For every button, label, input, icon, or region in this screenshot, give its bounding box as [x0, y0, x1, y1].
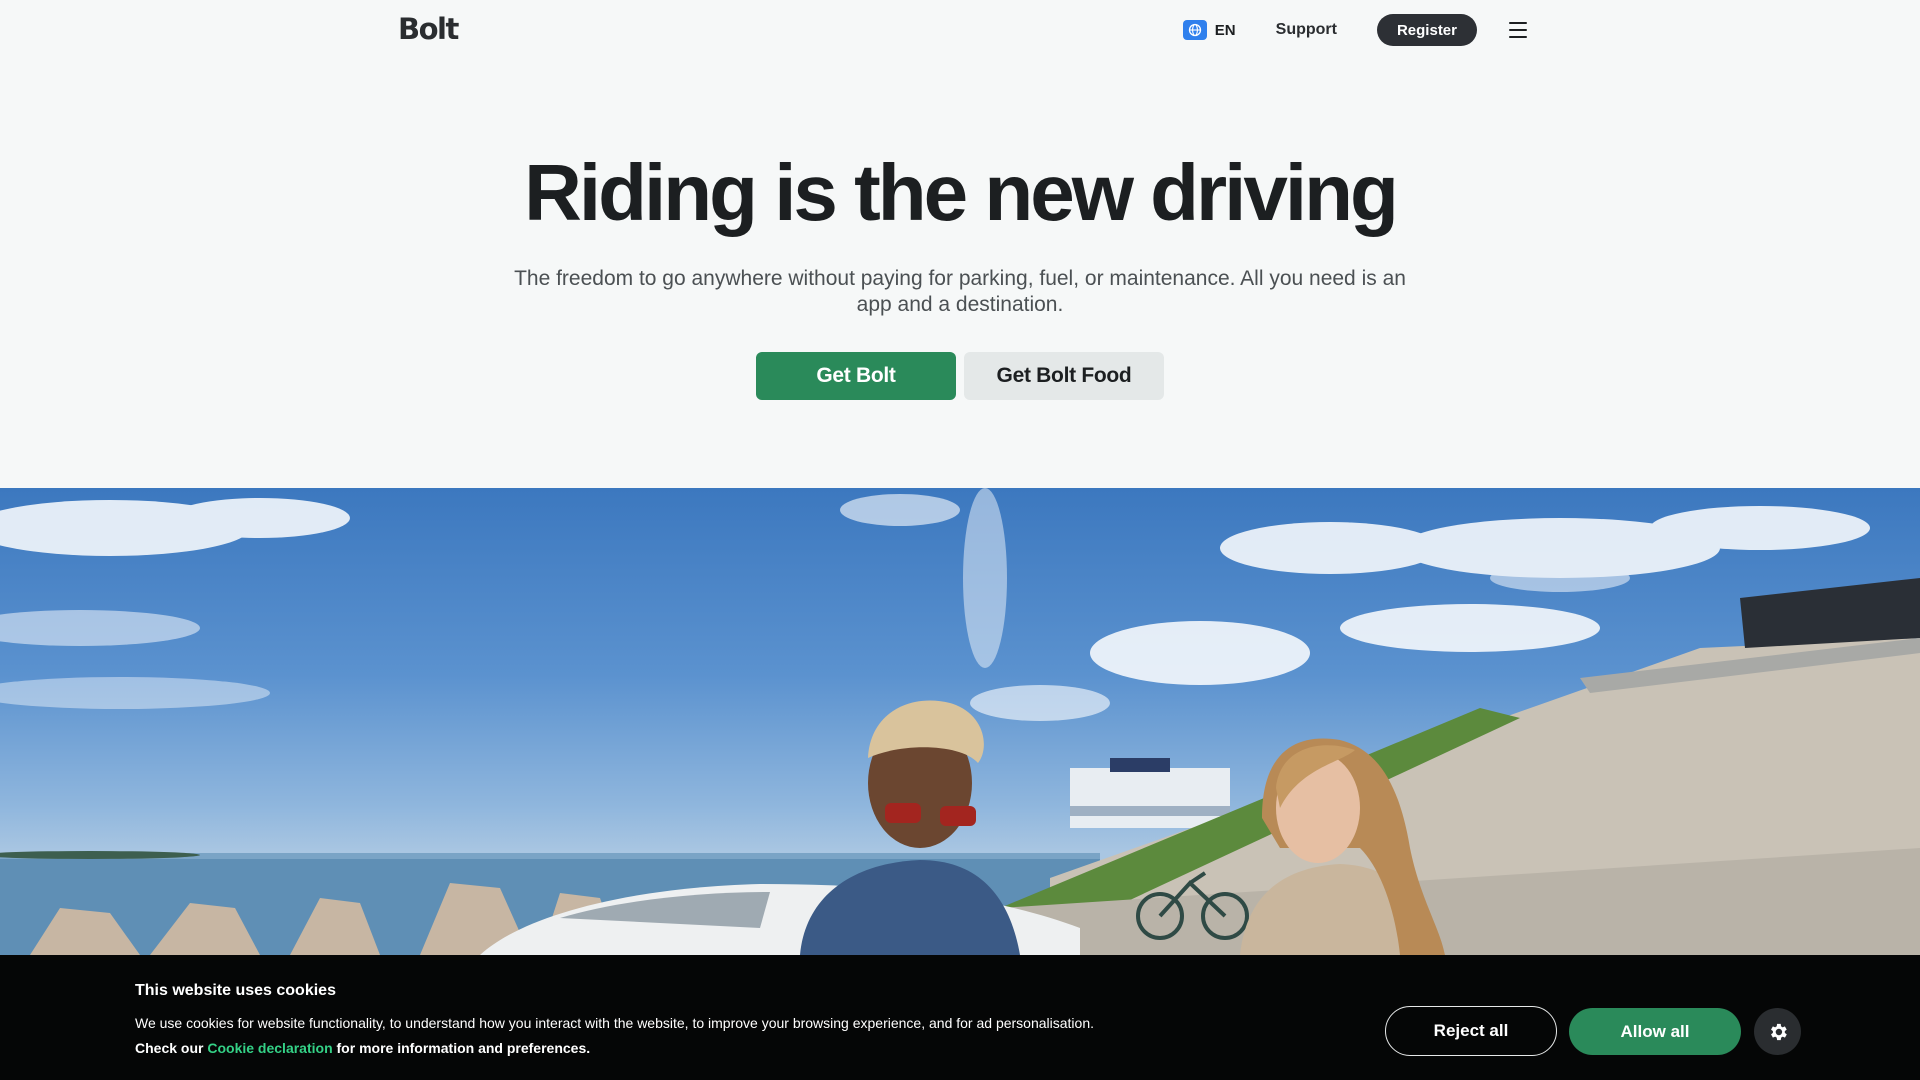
- globe-icon: [1182, 20, 1207, 40]
- cookie-text-prefix: Check our: [135, 1040, 204, 1056]
- get-bolt-button[interactable]: Get Bolt: [756, 352, 956, 400]
- cookie-banner-text: We use cookies for website functionality…: [135, 1011, 1094, 1061]
- cookie-text-line1: We use cookies for website functionality…: [135, 1015, 1094, 1031]
- site-header: Bolt EN Support Register: [0, 0, 1920, 60]
- gear-icon[interactable]: [1754, 1008, 1801, 1055]
- header-nav: EN Support Register: [1182, 14, 1527, 46]
- hero-title: Riding is the new driving: [524, 148, 1399, 237]
- language-label: EN: [1214, 21, 1236, 39]
- language-selector[interactable]: EN: [1182, 20, 1236, 40]
- hamburger-menu-icon[interactable]: [1509, 22, 1527, 38]
- cookie-text-line2: Check our Cookie declaration for more in…: [135, 1036, 1094, 1061]
- cookie-text-suffix: for more information and preferences.: [336, 1040, 591, 1056]
- get-bolt-food-button[interactable]: Get Bolt Food: [964, 352, 1164, 400]
- reject-all-button[interactable]: Reject all: [1385, 1006, 1557, 1056]
- allow-all-button[interactable]: Allow all: [1569, 1008, 1741, 1055]
- cookie-banner-title: This website uses cookies: [135, 982, 336, 999]
- register-button[interactable]: Register: [1376, 14, 1477, 46]
- hero-photo: [0, 488, 1920, 955]
- cookie-declaration-link[interactable]: Cookie declaration: [207, 1040, 332, 1056]
- hero-cta-group: Get Bolt Get Bolt Food: [0, 352, 1920, 400]
- bolt-logo[interactable]: Bolt: [398, 12, 459, 46]
- support-link[interactable]: Support: [1276, 21, 1337, 39]
- hero-subtitle: The freedom to go anywhere without payin…: [514, 267, 1406, 316]
- cookie-banner: This website uses cookies We use cookies…: [0, 955, 1920, 1080]
